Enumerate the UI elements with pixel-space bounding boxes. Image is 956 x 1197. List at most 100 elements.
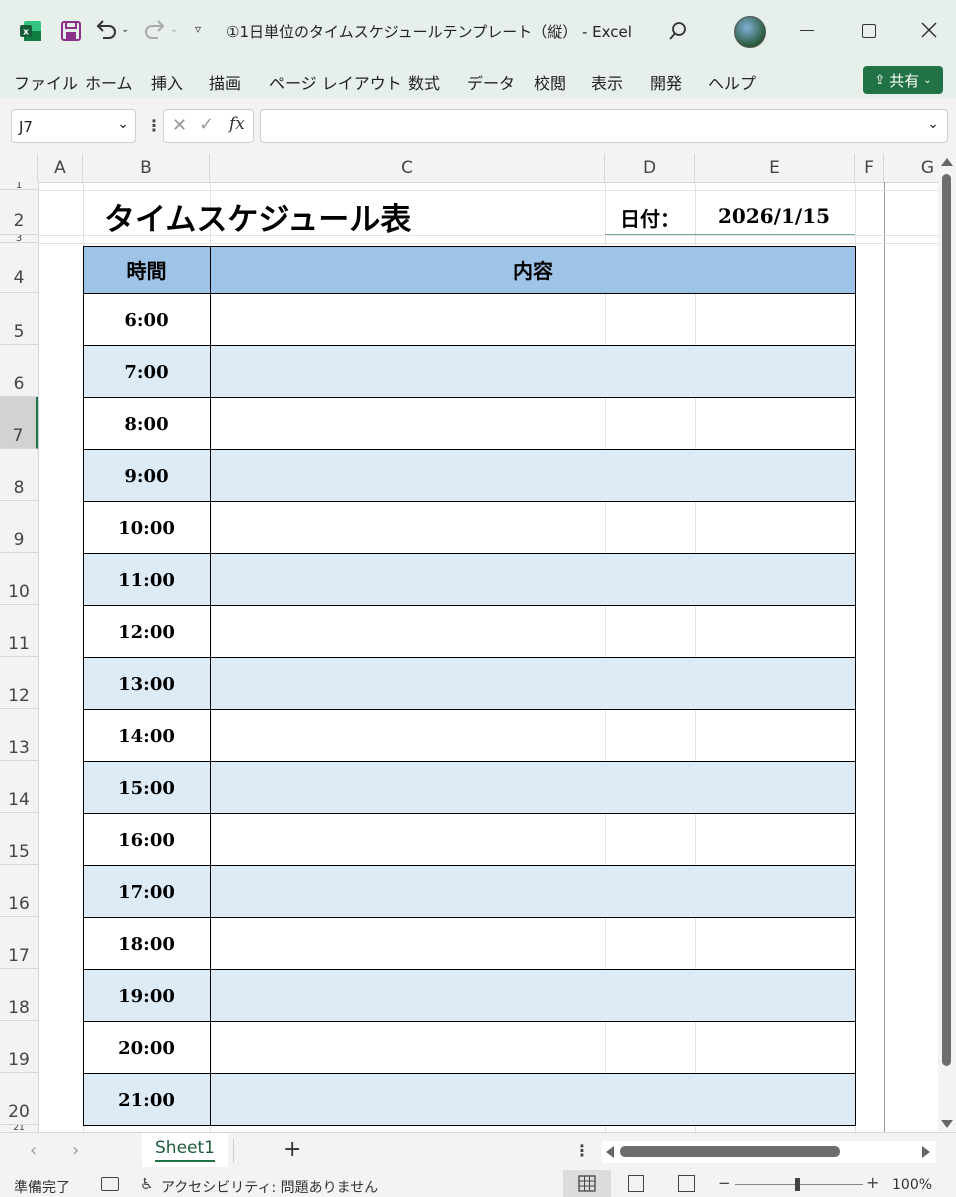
vertical-scrollbar[interactable] bbox=[938, 154, 956, 1132]
cancel-icon[interactable]: ✕ bbox=[172, 115, 187, 136]
next-sheet-icon[interactable]: › bbox=[72, 1140, 79, 1161]
redo-dropdown-icon[interactable]: ⌄ bbox=[170, 24, 178, 35]
column-header-e[interactable]: E bbox=[695, 154, 855, 182]
column-header-f[interactable]: F bbox=[855, 154, 884, 182]
row-header-21[interactable]: 21 bbox=[0, 1125, 38, 1132]
time-cell[interactable]: 12:00 bbox=[83, 606, 210, 658]
chevron-down-icon[interactable]: ⌄ bbox=[117, 116, 129, 132]
save-icon[interactable] bbox=[60, 20, 82, 42]
scroll-left-icon[interactable] bbox=[606, 1146, 614, 1158]
sheet-tab-sheet1[interactable]: Sheet1 bbox=[142, 1133, 228, 1167]
time-cell[interactable]: 21:00 bbox=[83, 1074, 210, 1126]
horizontal-scrollbar[interactable] bbox=[602, 1141, 936, 1163]
share-button[interactable]: ⇪ 共有 ⌄ bbox=[863, 66, 943, 94]
undo-dropdown-icon[interactable]: ⌄ bbox=[121, 24, 129, 35]
row-header-12[interactable]: 12 bbox=[0, 657, 38, 709]
time-cell[interactable]: 9:00 bbox=[83, 450, 210, 502]
row-header-10[interactable]: 10 bbox=[0, 553, 38, 605]
row-header-20[interactable]: 20 bbox=[0, 1073, 38, 1125]
tab-formulas[interactable]: 数式 bbox=[408, 70, 440, 94]
name-box[interactable]: J7 ⌄ bbox=[11, 109, 136, 143]
column-header-a[interactable]: A bbox=[38, 154, 83, 182]
tab-draw[interactable]: 描画 bbox=[209, 70, 241, 94]
avatar[interactable] bbox=[734, 16, 766, 48]
normal-view-icon[interactable] bbox=[563, 1170, 611, 1197]
confirm-icon[interactable]: ✓ bbox=[199, 114, 214, 135]
time-cell[interactable]: 10:00 bbox=[83, 502, 210, 554]
time-cell[interactable]: 11:00 bbox=[83, 554, 210, 606]
time-cell[interactable]: 16:00 bbox=[83, 814, 210, 866]
row-header-15[interactable]: 15 bbox=[0, 813, 38, 865]
row-header-17[interactable]: 17 bbox=[0, 917, 38, 969]
redo-icon[interactable] bbox=[143, 18, 167, 42]
tab-insert[interactable]: 挿入 bbox=[151, 70, 183, 94]
header-time[interactable]: 時間 bbox=[83, 246, 210, 293]
scroll-down-icon[interactable] bbox=[941, 1120, 953, 1128]
row-header-14[interactable]: 14 bbox=[0, 761, 38, 813]
select-all-corner[interactable] bbox=[0, 154, 38, 182]
macro-record-icon[interactable] bbox=[101, 1177, 119, 1191]
customize-toolbar-icon[interactable]: ▿ bbox=[195, 22, 201, 36]
sheet-title[interactable]: タイムスケジュール表 bbox=[104, 194, 411, 239]
time-cell[interactable]: 8:00 bbox=[83, 398, 210, 450]
time-cell[interactable]: 6:00 bbox=[83, 294, 210, 346]
horizontal-scroll-thumb[interactable] bbox=[620, 1146, 840, 1157]
tab-options-icon[interactable]: ⋮ bbox=[574, 1141, 590, 1160]
status-accessibility[interactable]: アクセシビリティ: 問題ありません bbox=[161, 1177, 378, 1197]
column-header-c[interactable]: C bbox=[210, 154, 605, 182]
vertical-scroll-thumb[interactable] bbox=[942, 174, 951, 1066]
time-cell[interactable]: 18:00 bbox=[83, 918, 210, 970]
time-cell[interactable]: 14:00 bbox=[83, 710, 210, 762]
page-layout-view-icon[interactable] bbox=[628, 1175, 644, 1192]
zoom-slider-thumb[interactable] bbox=[795, 1178, 800, 1191]
row-header-1[interactable]: 1 bbox=[0, 182, 38, 190]
column-header-d[interactable]: D bbox=[605, 154, 695, 182]
time-cell[interactable]: 13:00 bbox=[83, 658, 210, 710]
row-header-4[interactable]: 4 bbox=[0, 243, 38, 293]
accessibility-icon[interactable]: ♿ bbox=[140, 1175, 153, 1193]
date-label[interactable]: 日付： bbox=[620, 203, 680, 232]
row-header-2[interactable]: 2 bbox=[0, 190, 38, 235]
more-options-icon[interactable]: ⋮ bbox=[146, 116, 162, 135]
insert-function-icon[interactable]: fx bbox=[229, 114, 245, 134]
column-header-b[interactable]: B bbox=[83, 154, 210, 182]
scroll-right-icon[interactable] bbox=[922, 1146, 930, 1158]
row-header-5[interactable]: 5 bbox=[0, 293, 38, 345]
prev-sheet-icon[interactable]: ‹ bbox=[30, 1140, 37, 1161]
row-header-9[interactable]: 9 bbox=[0, 501, 38, 553]
row-header-19[interactable]: 19 bbox=[0, 1021, 38, 1073]
header-content[interactable]: 内容 bbox=[210, 246, 856, 293]
expand-formula-icon[interactable]: ⌄ bbox=[927, 116, 939, 132]
tab-file[interactable]: ファイル bbox=[14, 70, 78, 94]
tab-view[interactable]: 表示 bbox=[591, 70, 623, 94]
search-icon[interactable] bbox=[667, 20, 689, 42]
zoom-in-icon[interactable]: + bbox=[866, 1173, 879, 1192]
zoom-slider[interactable] bbox=[735, 1178, 863, 1191]
time-cell[interactable]: 17:00 bbox=[83, 866, 210, 918]
scroll-up-icon[interactable] bbox=[941, 158, 953, 166]
row-header-7[interactable]: 7 bbox=[0, 397, 38, 449]
time-cell[interactable]: 20:00 bbox=[83, 1022, 210, 1074]
row-header-6[interactable]: 6 bbox=[0, 345, 38, 397]
add-sheet-icon[interactable]: + bbox=[283, 1137, 301, 1162]
zoom-out-icon[interactable]: − bbox=[718, 1174, 731, 1192]
row-header-3[interactable]: 3 bbox=[0, 235, 38, 243]
time-cell[interactable]: 19:00 bbox=[83, 970, 210, 1022]
tab-review[interactable]: 校閲 bbox=[534, 70, 566, 94]
row-header-18[interactable]: 18 bbox=[0, 969, 38, 1021]
tab-data[interactable]: データ bbox=[467, 70, 515, 94]
time-cell[interactable]: 15:00 bbox=[83, 762, 210, 814]
tab-page-layout[interactable]: ページ レイアウト bbox=[269, 70, 402, 94]
row-header-13[interactable]: 13 bbox=[0, 709, 38, 761]
zoom-level[interactable]: 100% bbox=[892, 1177, 932, 1193]
tab-developer[interactable]: 開発 bbox=[650, 70, 682, 94]
row-header-8[interactable]: 8 bbox=[0, 449, 38, 501]
tab-help[interactable]: ヘルプ bbox=[708, 70, 756, 94]
time-cell[interactable]: 7:00 bbox=[83, 346, 210, 398]
maximize-icon[interactable] bbox=[862, 24, 876, 38]
undo-icon[interactable] bbox=[94, 18, 118, 42]
tab-home[interactable]: ホーム bbox=[85, 70, 133, 94]
close-icon[interactable] bbox=[920, 21, 938, 39]
row-header-16[interactable]: 16 bbox=[0, 865, 38, 917]
page-break-view-icon[interactable] bbox=[678, 1175, 695, 1192]
